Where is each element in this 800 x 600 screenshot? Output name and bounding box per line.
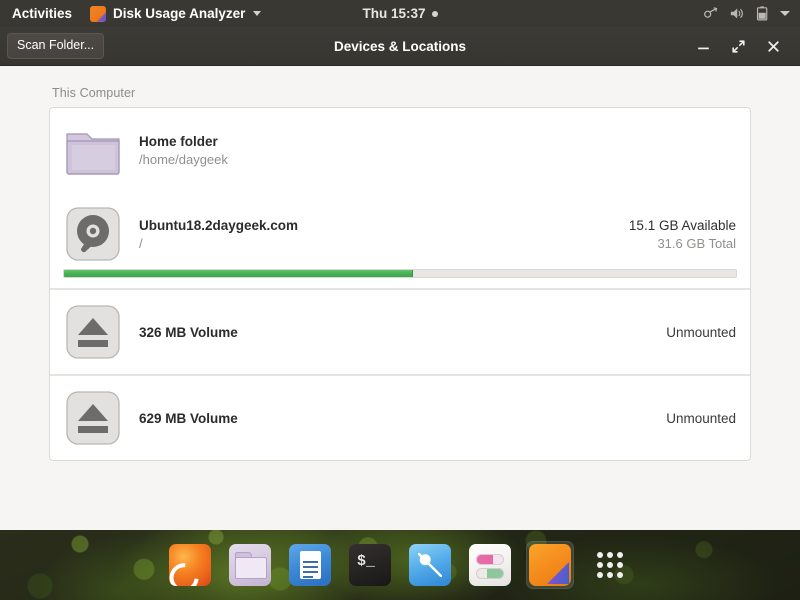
maximize-icon[interactable] [730,38,747,55]
disk-usage-bar-fill [64,270,414,277]
window-headerbar: Scan Folder... Devices & Locations [0,27,800,66]
volume-speaker-icon [730,8,743,19]
list-item[interactable]: Home folder /home/daygeek [50,108,750,192]
list-item-group-root-disk: Ubuntu18.2daygeek.com / 15.1 GB Availabl… [50,192,750,288]
volume-status: Unmounted [666,324,736,340]
list-item-meta [736,150,738,151]
dock-item-files[interactable] [226,541,274,589]
gnome-top-bar: Activities Disk Usage Analyzer Thu 15:37 [0,0,800,27]
volume-status: Unmounted [666,410,736,426]
activities-label: Activities [12,6,73,21]
list-item-title: 629 MB Volume [139,410,238,426]
list-item-subtitle: /home/daygeek [139,151,228,167]
list-item-subtitle: / [139,235,143,251]
dock-item-show-applications[interactable] [586,541,634,589]
home-folder-icon [66,133,120,175]
eject-volume-icon [66,391,120,445]
eject-volume-icon [66,305,120,359]
list-item-title: Home folder [139,133,218,149]
hard-disk-icon [66,207,120,261]
list-item-text: 326 MB Volume [139,324,666,341]
list-item-title: Ubuntu18.2daygeek.com [139,217,299,233]
dock-item-text-editor[interactable] [286,541,334,589]
text-editor-icon [289,544,331,586]
clock-label: Thu 15:37 [362,6,426,21]
system-tray[interactable] [702,0,794,27]
disk-total-value: 31.6 GB Total [657,235,736,251]
list-item-text: 629 MB Volume [139,410,666,427]
disk-usage-analyzer-icon [90,5,107,22]
dock [0,530,800,600]
settings-icon [469,544,511,586]
dock-item-firefox[interactable] [166,541,214,589]
minimize-icon[interactable] [695,38,712,55]
list-item-group-volume-1: 326 MB Volume Unmounted [50,288,750,374]
disk-usage-analyzer-window: Scan Folder... Devices & Locations This … [0,27,800,530]
notification-dot-icon [431,10,438,17]
app-menu-label: Disk Usage Analyzer [113,6,246,21]
dock-item-settings[interactable] [466,541,514,589]
section-label-this-computer: This Computer [52,86,136,100]
files-icon [229,544,271,586]
list-item-group-volume-2: 629 MB Volume Unmounted [50,374,750,460]
list-item-title: 326 MB Volume [139,324,238,340]
app-menu-button[interactable]: Disk Usage Analyzer [82,0,269,27]
battery-icon [756,6,768,21]
chevron-down-icon [253,11,262,16]
disk-usage-bar-track [63,269,737,278]
devices-panel: Home folder /home/daygeek Ubuntu18.2dayg… [49,107,751,461]
list-item-text: Ubuntu18.2daygeek.com / [139,217,629,252]
scan-folder-button[interactable]: Scan Folder... [7,33,105,59]
dock-item-disk-usage-analyzer[interactable] [526,541,574,589]
list-item-meta: 15.1 GB Available 31.6 GB Total [629,217,738,252]
window-title: Devices & Locations [333,38,467,54]
dock-item-software[interactable] [406,541,454,589]
list-item[interactable]: Ubuntu18.2daygeek.com / 15.1 GB Availabl… [50,192,750,269]
devices-and-locations-content: This Computer Home folder /home/daygeek [0,66,800,530]
software-icon [409,544,451,586]
list-item[interactable]: 629 MB Volume Unmounted [50,375,750,460]
firefox-icon [169,544,211,586]
activities-button[interactable]: Activities [0,0,82,27]
dock-item-terminal[interactable] [346,541,394,589]
list-item-meta: Unmounted [666,411,738,426]
disk-usage-analyzer-icon [529,544,571,586]
show-applications-icon [589,544,631,586]
close-icon[interactable] [765,38,782,55]
network-vpn-icon [704,7,718,18]
list-item-text: Home folder /home/daygeek [139,133,736,168]
desktop: Activities Disk Usage Analyzer Thu 15:37 [0,0,800,600]
list-item[interactable]: 326 MB Volume Unmounted [50,289,750,374]
chevron-down-icon [780,11,790,16]
list-item-meta: Unmounted [666,325,738,340]
disk-available-value: 15.1 GB Available [628,217,736,233]
disk-usage-bar-wrapper [50,269,750,288]
terminal-icon [349,544,391,586]
window-controls [695,38,794,55]
